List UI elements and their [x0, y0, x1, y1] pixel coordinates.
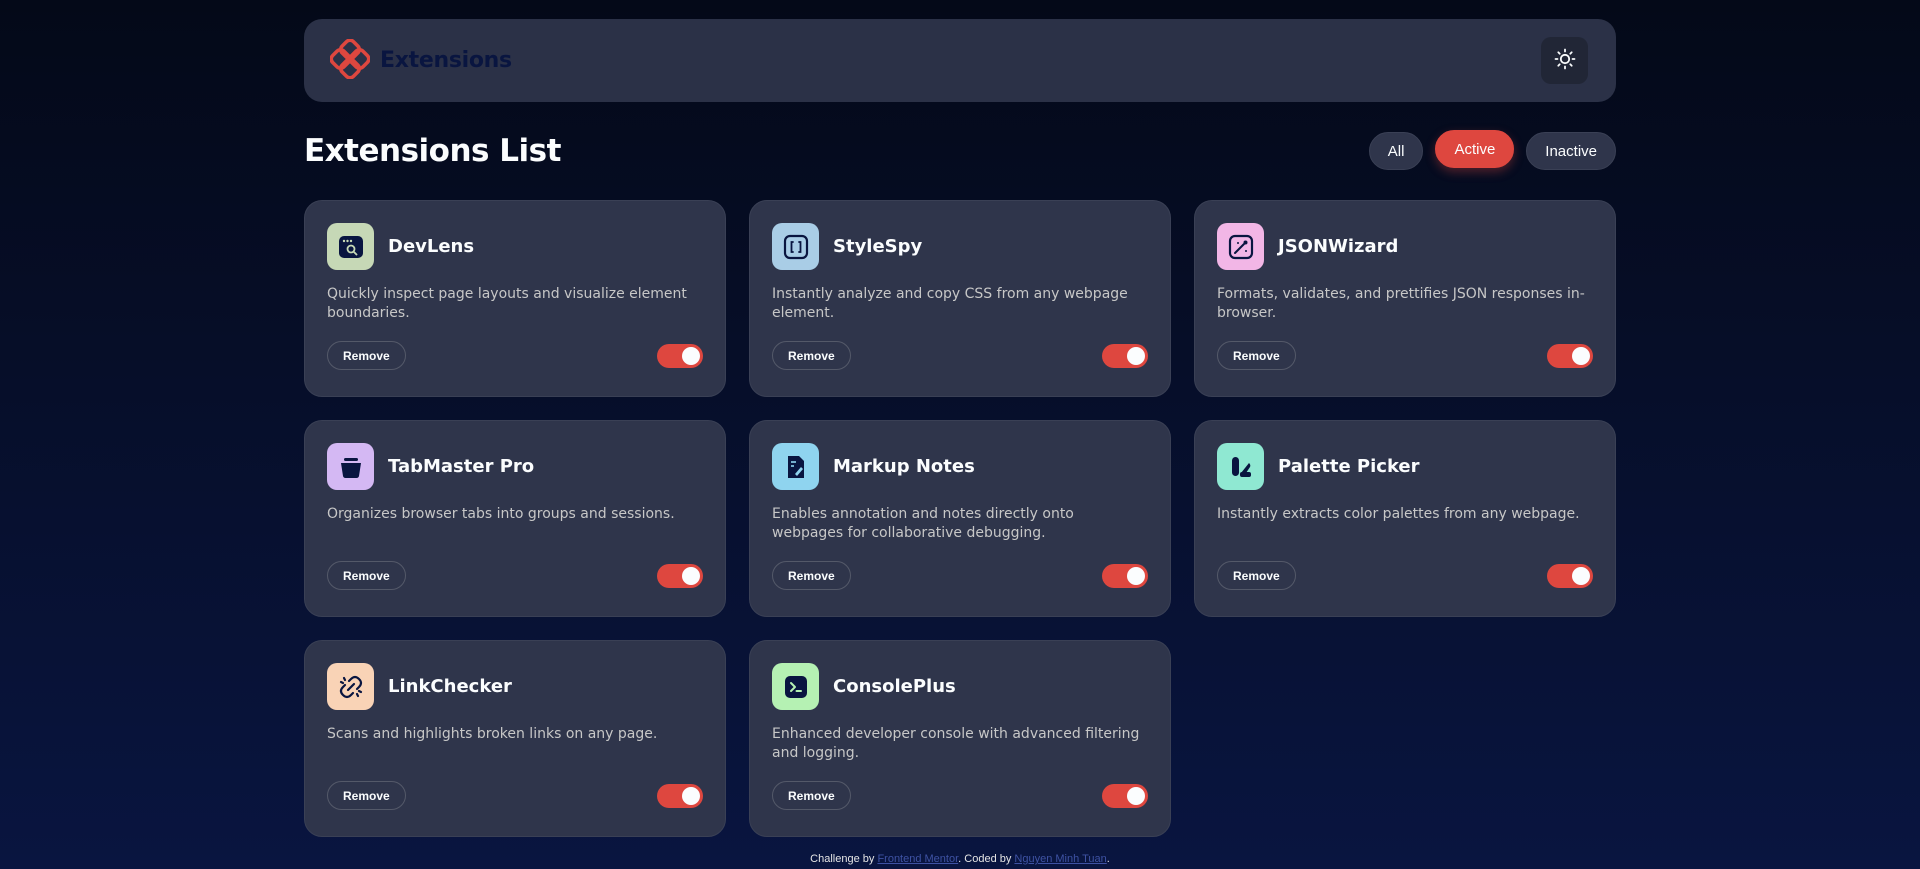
tabmaster-icon [327, 443, 374, 490]
active-toggle[interactable] [1547, 563, 1593, 588]
active-toggle[interactable] [657, 563, 703, 588]
jsonwizard-icon [1217, 223, 1264, 270]
extension-name: ConsolePlus [833, 676, 956, 697]
extensions-logo-icon [329, 37, 371, 83]
active-toggle[interactable] [1547, 343, 1593, 368]
remove-button[interactable]: Remove [327, 561, 406, 590]
extension-description: Instantly extracts color palettes from a… [1217, 506, 1580, 522]
extension-description: Enhanced developer console with advanced… [772, 726, 1140, 761]
brand[interactable]: Extensions [329, 37, 512, 83]
extension-name: TabMaster Pro [388, 456, 535, 477]
remove-button[interactable]: Remove [1217, 561, 1296, 590]
filter-all-button[interactable]: All [1368, 132, 1424, 170]
active-toggle[interactable] [1102, 783, 1148, 808]
filter-active-button[interactable]: Active [1435, 130, 1515, 168]
extension-card: TabMaster Pro Organizes browser tabs int… [304, 420, 726, 617]
extensions-grid: DevLens Quickly inspect page layouts and… [304, 200, 1616, 837]
filter-inactive-button[interactable]: Inactive [1526, 132, 1616, 170]
palette-picker-icon [1217, 443, 1264, 490]
remove-button[interactable]: Remove [772, 561, 851, 590]
extension-name: Palette Picker [1278, 456, 1420, 477]
extension-card: DevLens Quickly inspect page layouts and… [304, 200, 726, 397]
sun-icon [1554, 48, 1576, 74]
extension-card: Palette Picker Instantly extracts color … [1194, 420, 1616, 617]
attribution-footer: Challenge by Frontend Mentor. Coded by N… [0, 853, 1920, 865]
remove-button[interactable]: Remove [772, 781, 851, 810]
extension-description: Organizes browser tabs into groups and s… [327, 506, 675, 522]
extension-description: Instantly analyze and copy CSS from any … [772, 286, 1128, 321]
consoleplus-icon [772, 663, 819, 710]
extension-card: Markup Notes Enables annotation and note… [749, 420, 1171, 617]
extension-name: LinkChecker [388, 676, 512, 697]
remove-button[interactable]: Remove [327, 781, 406, 810]
extension-description: Quickly inspect page layouts and visuali… [327, 286, 687, 321]
theme-toggle-button[interactable] [1541, 37, 1588, 84]
extension-name: StyleSpy [833, 236, 923, 257]
page-title: Extensions List [304, 133, 561, 169]
active-toggle[interactable] [657, 783, 703, 808]
extension-name: DevLens [388, 236, 475, 257]
author-link[interactable]: Nguyen Minh Tuan [1014, 853, 1106, 865]
devlens-icon [327, 223, 374, 270]
extension-card: JSONWizard Formats, validates, and prett… [1194, 200, 1616, 397]
extension-name: Markup Notes [833, 456, 975, 477]
extension-card: StyleSpy Instantly analyze and copy CSS … [749, 200, 1171, 397]
extension-card: ConsolePlus Enhanced developer console w… [749, 640, 1171, 837]
list-toolbar: Extensions List All Active Inactive [304, 128, 1616, 174]
extension-description: Scans and highlights broken links on any… [327, 726, 658, 742]
linkchecker-icon [327, 663, 374, 710]
extension-description: Formats, validates, and prettifies JSON … [1217, 286, 1585, 321]
frontend-mentor-link[interactable]: Frontend Mentor [877, 853, 958, 865]
extension-description: Enables annotation and notes directly on… [772, 506, 1074, 541]
active-toggle[interactable] [1102, 563, 1148, 588]
extension-card: LinkChecker Scans and highlights broken … [304, 640, 726, 837]
markup-notes-icon [772, 443, 819, 490]
top-bar: Extensions [304, 19, 1616, 102]
attribution-suffix: . [1106, 853, 1110, 865]
remove-button[interactable]: Remove [1217, 341, 1296, 370]
remove-button[interactable]: Remove [772, 341, 851, 370]
brand-name: Extensions [380, 48, 512, 73]
active-toggle[interactable] [657, 343, 703, 368]
extension-name: JSONWizard [1278, 236, 1399, 257]
active-toggle[interactable] [1102, 343, 1148, 368]
attribution-prefix: Challenge by [810, 853, 878, 865]
stylespy-icon [772, 223, 819, 270]
filter-group: All Active Inactive [1368, 130, 1616, 170]
attribution-middle: . Coded by [958, 853, 1015, 865]
remove-button[interactable]: Remove [327, 341, 406, 370]
app: Extensions Extensions List All Active In… [304, 19, 1616, 837]
